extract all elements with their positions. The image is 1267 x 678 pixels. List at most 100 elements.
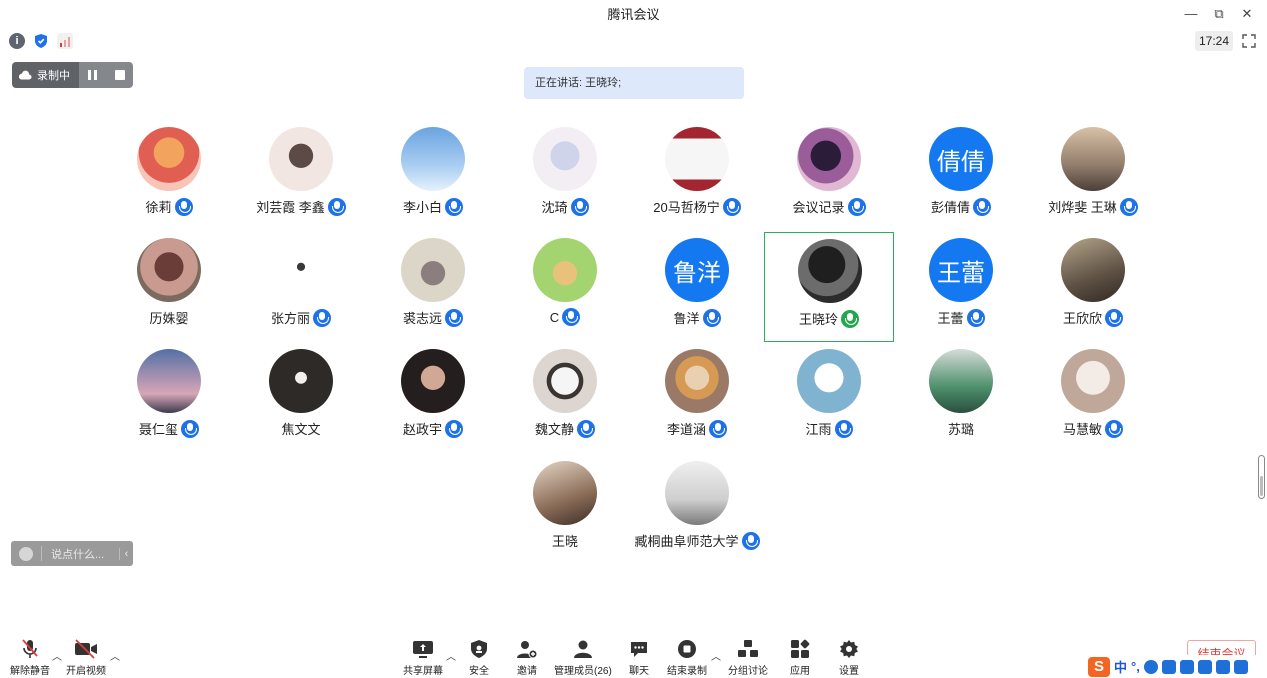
participant-tile[interactable]: 焦文文	[236, 343, 366, 453]
fullscreen-icon[interactable]	[1241, 33, 1257, 49]
unmute-button[interactable]: 解除静音	[10, 638, 50, 677]
info-bar: i 17:24	[0, 29, 1267, 53]
participant-name: 彭倩倩	[930, 200, 970, 215]
chat-placeholder[interactable]: 说点什么...	[51, 546, 119, 562]
start-video-button[interactable]: 开启视频	[66, 638, 106, 677]
breakout-rooms-button[interactable]: 分组讨论	[728, 638, 768, 677]
participant-tile[interactable]: 江雨	[764, 343, 894, 453]
mic-icon	[577, 419, 595, 438]
participant-tile[interactable]: 刘烨斐 王琳	[1028, 121, 1158, 231]
ime-toolbox-icon[interactable]	[1233, 659, 1248, 674]
minimize-button[interactable]: —	[1177, 6, 1205, 21]
chat-bubble-icon	[627, 638, 651, 660]
ime-skin-icon[interactable]	[1215, 659, 1230, 674]
restore-button[interactable]: ⧉	[1205, 6, 1233, 22]
avatar	[1061, 238, 1125, 302]
sogou-logo-icon[interactable]: S	[1088, 656, 1110, 677]
participant-name-row: 刘芸霞 李鑫	[236, 197, 366, 216]
end-recording-label: 结束录制	[667, 666, 707, 677]
participant-tile[interactable]: 裘志远	[368, 232, 498, 342]
share-options-chevron-icon[interactable]: ︿	[446, 648, 456, 663]
ime-emoji-icon[interactable]	[1143, 659, 1158, 674]
ime-punctuation-toggle[interactable]: °,	[1131, 659, 1140, 674]
participant-tile[interactable]: 臧桐曲阜师范大学	[632, 455, 762, 565]
start-video-label: 开启视频	[66, 666, 106, 677]
participant-name: 历姝婴	[149, 311, 189, 326]
participant-name-row: 江雨	[764, 419, 894, 438]
chat-button[interactable]: 聊天	[627, 638, 651, 677]
avatar	[797, 127, 861, 191]
cloud-icon	[18, 70, 32, 80]
video-options-chevron-icon[interactable]: ︿	[110, 648, 120, 663]
participant-tile[interactable]: 魏文静	[500, 343, 630, 453]
participant-name-row: 沈琦	[500, 197, 630, 216]
participant-tile[interactable]: 刘芸霞 李鑫	[236, 121, 366, 231]
participant-name: 20马哲杨宁	[653, 200, 720, 215]
apps-button[interactable]: 应用	[788, 638, 812, 677]
manage-members-button[interactable]: 管理成员(26)	[554, 638, 612, 677]
participant-tile[interactable]: 李小白	[368, 121, 498, 231]
participant-tile[interactable]: 20马哲杨宁	[632, 121, 762, 231]
participant-tile[interactable]: 李道涵	[632, 343, 762, 453]
avatar	[1061, 349, 1125, 413]
mic-icon	[313, 308, 331, 327]
emoji-icon[interactable]	[19, 546, 33, 561]
participant-tile[interactable]: 聂仁玺	[104, 343, 234, 453]
avatar	[401, 127, 465, 191]
ime-toolbar[interactable]: S 中 °,	[1085, 655, 1267, 678]
share-screen-button[interactable]: 共享屏幕	[403, 638, 443, 677]
ime-voice-icon[interactable]	[1161, 659, 1176, 674]
collapse-chat-icon[interactable]: ‹	[119, 547, 133, 560]
settings-button[interactable]: 设置	[837, 638, 861, 677]
participant-name: 赵政宇	[402, 422, 442, 437]
audio-options-chevron-icon[interactable]: ︿	[52, 648, 62, 663]
avatar	[533, 238, 597, 302]
stop-recording-button[interactable]	[106, 62, 133, 88]
participant-name: 刘芸霞 李鑫	[256, 200, 325, 215]
participant-tile[interactable]: 沈琦	[500, 121, 630, 231]
avatar	[533, 127, 597, 191]
participant-tile[interactable]: 赵政宇	[368, 343, 498, 453]
security-button[interactable]: 安全	[467, 638, 491, 677]
participant-tile[interactable]: 会议记录	[764, 121, 894, 231]
signal-icon[interactable]	[57, 33, 73, 49]
participant-name-row: 徐莉	[104, 197, 234, 216]
info-icon[interactable]: i	[9, 33, 25, 49]
mic-icon	[570, 197, 589, 216]
participant-name: 魏文静	[534, 422, 574, 437]
participant-tile[interactable]: 马慧敏	[1028, 343, 1158, 453]
ime-user-icon[interactable]	[1197, 659, 1212, 674]
participant-tile[interactable]: 历姝婴	[104, 232, 234, 342]
participant-name: 徐莉	[145, 200, 172, 215]
participant-name: 王晓	[551, 534, 578, 549]
participant-tile[interactable]: 王晓	[500, 455, 630, 565]
scrollbar[interactable]	[1258, 455, 1265, 499]
participant-tile[interactable]: 鲁洋 鲁洋	[632, 232, 762, 342]
participant-tile[interactable]: 王欣欣	[1028, 232, 1158, 342]
close-button[interactable]: ✕	[1233, 6, 1261, 22]
avatar	[401, 349, 465, 413]
end-recording-button[interactable]: 结束录制	[667, 638, 707, 677]
share-screen-label: 共享屏幕	[403, 666, 443, 677]
mic-icon	[834, 419, 853, 438]
participant-tile[interactable]: 王蕾 王蕾	[896, 232, 1026, 342]
participant-tile[interactable]: 张方丽	[236, 232, 366, 342]
shield-icon[interactable]	[33, 33, 49, 49]
recording-label: 录制中	[37, 70, 70, 82]
window-controls: — ⧉ ✕	[1177, 0, 1261, 27]
avatar	[137, 238, 201, 302]
participant-tile[interactable]: 徐莉	[104, 121, 234, 231]
breakout-icon	[736, 638, 760, 660]
recording-options-chevron-icon[interactable]: ︿	[711, 648, 721, 663]
ime-mode-toggle[interactable]: 中	[1114, 657, 1127, 676]
invite-button[interactable]: 邀请	[515, 638, 539, 677]
participant-tile[interactable]: 苏璐	[896, 343, 1026, 453]
avatar	[401, 238, 465, 302]
participant-tile[interactable]: 王晓玲	[764, 232, 894, 342]
participant-tile[interactable]: C	[500, 232, 630, 342]
chat-input-box[interactable]: 说点什么... ‹	[11, 541, 133, 566]
ime-keyboard-icon[interactable]	[1179, 659, 1194, 674]
participant-tile[interactable]: 倩倩 彭倩倩	[896, 121, 1026, 231]
breakout-label: 分组讨论	[728, 666, 768, 677]
pause-recording-button[interactable]	[79, 62, 106, 88]
